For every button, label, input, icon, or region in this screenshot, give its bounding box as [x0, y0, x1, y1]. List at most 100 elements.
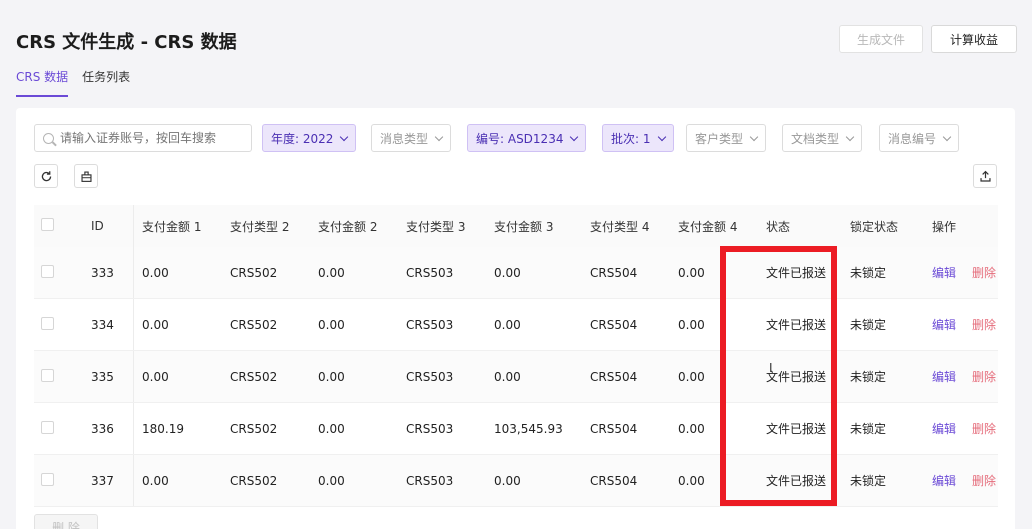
cell-amt1: 0.00: [142, 369, 169, 384]
cell-id: 337: [70, 455, 134, 506]
edit-link[interactable]: 编辑: [932, 318, 956, 332]
generate-file-button[interactable]: 生成文件: [839, 25, 923, 53]
highlight-box: [720, 246, 837, 506]
row-checkbox[interactable]: [41, 420, 54, 434]
search-box[interactable]: [34, 124, 252, 152]
row-checkbox[interactable]: [41, 264, 54, 278]
cell-amt3: 0.00: [494, 473, 521, 488]
cell-lock: 未锁定: [850, 422, 887, 436]
cell-type4: CRS504: [590, 473, 638, 488]
chevron-down-icon: [434, 132, 444, 141]
cell-lock: 未锁定: [850, 318, 887, 332]
batch-select-value: 批次: 1: [611, 131, 651, 146]
customer-type-select-value: 客户类型: [695, 131, 744, 146]
customer-type-select[interactable]: 客户类型: [686, 124, 767, 152]
chevron-down-icon: [570, 132, 579, 141]
table-body: 333 0.00 CRS502 0.00 CRS503 0.00 CRS504 0.00 文件已…: [34, 247, 998, 507]
chevron-down-icon: [845, 132, 855, 141]
export-button[interactable]: [973, 164, 997, 188]
batch-select[interactable]: 批次: 1: [602, 124, 674, 152]
tab-crs-data[interactable]: CRS 数据: [16, 68, 69, 97]
table-row: 335 0.00 CRS502 0.00 CRS503 0.00 CRS504 0.00 文件已…: [34, 351, 998, 403]
refresh-icon: [41, 170, 51, 181]
edit-link[interactable]: 编辑: [932, 422, 956, 436]
cell-type3: CRS503: [406, 317, 454, 332]
cell-amt3: 0.00: [494, 317, 521, 332]
edit-link[interactable]: 编辑: [932, 266, 956, 280]
cell-amt2: 0.00: [318, 265, 345, 280]
year-select[interactable]: 年度: 2022: [262, 124, 357, 152]
row-checkbox-cell: [34, 472, 70, 489]
row-checkbox-cell: [34, 264, 70, 281]
cell-type3: CRS503: [406, 421, 454, 436]
clear-button[interactable]: [74, 164, 98, 188]
column-header: 支付类型 3: [406, 219, 466, 234]
cell-type2: CRS502: [230, 421, 278, 436]
column-header: 操作: [932, 219, 957, 234]
column-header: 状态: [766, 219, 791, 234]
row-checkbox-cell: [34, 368, 70, 385]
delete-link[interactable]: 删除: [972, 266, 996, 280]
edit-link[interactable]: 编辑: [932, 370, 956, 384]
row-checkbox[interactable]: [41, 368, 54, 382]
cell-amt2: 0.00: [318, 369, 345, 384]
delete-link[interactable]: 删除: [972, 318, 996, 332]
chevron-down-icon: [942, 132, 952, 141]
cell-amt2: 0.00: [318, 473, 345, 488]
column-header: 支付类型 4: [590, 219, 650, 234]
year-select-value: 年度: 2022: [271, 131, 334, 146]
cell-type4: CRS504: [590, 369, 638, 384]
cell-id: 334: [70, 299, 134, 350]
select-all-cell: [34, 218, 70, 234]
cell-amt1: 180.19: [142, 421, 184, 436]
cell-lock: 未锁定: [850, 266, 887, 280]
cell-actions: 编辑 删除: [924, 420, 1014, 437]
cell-amt2: 0.00: [318, 317, 345, 332]
export-icon: [979, 170, 991, 182]
select-all-checkbox[interactable]: [41, 218, 54, 231]
cell-amt1: 0.00: [142, 265, 169, 280]
table-row: 334 0.00 CRS502 0.00 CRS503 0.00 CRS504 0.00 文件已…: [34, 299, 998, 351]
row-checkbox-cell: [34, 316, 70, 333]
edit-link[interactable]: 编辑: [932, 474, 956, 488]
message-type-select[interactable]: 消息类型: [371, 124, 452, 152]
cell-id: 335: [70, 351, 134, 402]
doc-type-select[interactable]: 文档类型: [782, 124, 863, 152]
row-checkbox[interactable]: [41, 316, 54, 330]
cell-amt1: 0.00: [142, 473, 169, 488]
cell-actions: 编辑 删除: [924, 368, 1014, 385]
cell-type3: CRS503: [406, 473, 454, 488]
chevron-down-icon: [749, 132, 759, 141]
cell-type2: CRS502: [230, 265, 278, 280]
cell-id: 336: [70, 403, 134, 454]
code-select[interactable]: 编号: ASD1234: [467, 124, 587, 152]
cell-actions: 编辑 删除: [924, 264, 1014, 281]
bulk-delete-button[interactable]: 删 除: [34, 514, 98, 529]
cell-type2: CRS502: [230, 473, 278, 488]
tab-task-list[interactable]: 任务列表: [82, 68, 130, 97]
refresh-button[interactable]: [34, 164, 58, 188]
message-type-select-value: 消息类型: [380, 131, 429, 146]
delete-link[interactable]: 删除: [972, 422, 996, 436]
cell-type3: CRS503: [406, 369, 454, 384]
calculate-earnings-button[interactable]: 计算收益: [931, 25, 1017, 53]
cell-type3: CRS503: [406, 265, 454, 280]
delete-link[interactable]: 删除: [972, 370, 996, 384]
table-header: ID 支付金额 1 支付类型 2 支付金额 2 支付类型 3 支付金额 3 支付…: [34, 205, 998, 247]
cell-amt3: 103,545.93: [494, 421, 563, 436]
column-header: 支付金额 3: [494, 219, 554, 234]
row-checkbox[interactable]: [41, 472, 54, 486]
cell-amt3: 0.00: [494, 369, 521, 384]
page-title: CRS 文件生成 - CRS 数据: [16, 32, 237, 53]
column-header: 锁定状态: [850, 219, 899, 234]
doc-type-select-value: 文档类型: [791, 131, 840, 146]
page-header: CRS 文件生成 - CRS 数据 生成文件 计算收益 CRS 数据 任务列表: [0, 0, 1032, 100]
table-row: 336 180.19 CRS502 0.00 CRS503 103,545.93 CRS50…: [34, 403, 998, 455]
table-row: 333 0.00 CRS502 0.00 CRS503 0.00 CRS504 0.00 文件已…: [34, 247, 998, 299]
message-no-select[interactable]: 消息编号: [879, 124, 960, 152]
cell-type2: CRS502: [230, 317, 278, 332]
delete-link[interactable]: 删除: [972, 474, 996, 488]
data-card: 年度: 2022 消息类型 编号: ASD1234 批次: 1 客户类型 文档类…: [16, 108, 1015, 529]
cell-lock: 未锁定: [850, 474, 887, 488]
search-input[interactable]: [60, 131, 240, 145]
